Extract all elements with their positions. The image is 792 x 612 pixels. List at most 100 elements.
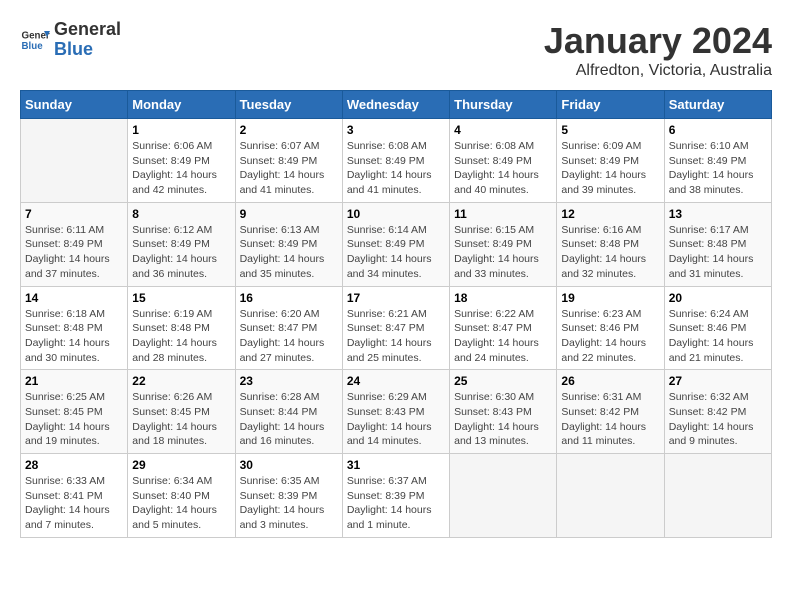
day-number: 8: [132, 207, 230, 221]
day-info: Sunrise: 6:20 AMSunset: 8:47 PMDaylight:…: [240, 307, 338, 366]
calendar-cell: 2Sunrise: 6:07 AMSunset: 8:49 PMDaylight…: [235, 119, 342, 203]
day-info: Sunrise: 6:18 AMSunset: 8:48 PMDaylight:…: [25, 307, 123, 366]
header-tuesday: Tuesday: [235, 91, 342, 119]
day-info: Sunrise: 6:35 AMSunset: 8:39 PMDaylight:…: [240, 474, 338, 533]
day-number: 18: [454, 291, 552, 305]
calendar-cell: 31 Sunrise: 6:37 AMSunset: 8:39 PMDayligh…: [342, 454, 449, 538]
calendar-cell: 29Sunrise: 6:34 AMSunset: 8:40 PMDayligh…: [128, 454, 235, 538]
calendar-cell: 24Sunrise: 6:29 AMSunset: 8:43 PMDayligh…: [342, 370, 449, 454]
header-wednesday: Wednesday: [342, 91, 449, 119]
day-info: Sunrise: 6:37 AMSunset: 8:39 PMDaylight:…: [347, 474, 445, 533]
calendar-cell: 19 Sunrise: 6:23 AMSunset: 8:46 PMDayligh…: [557, 286, 664, 370]
logo: General Blue General Blue: [20, 20, 121, 60]
calendar-cell: [664, 454, 771, 538]
day-number: 31: [347, 458, 445, 472]
day-info: Sunrise: 6:11 AMSunset: 8:49 PMDaylight:…: [25, 223, 123, 282]
day-number: 27: [669, 374, 767, 388]
day-info: Sunrise: 6:15 AMSunset: 8:49 PMDaylight:…: [454, 223, 552, 282]
header-friday: Friday: [557, 91, 664, 119]
calendar-subtitle: Alfredton, Victoria, Australia: [544, 62, 772, 80]
day-number: 7: [25, 207, 123, 221]
day-number: 17: [347, 291, 445, 305]
calendar-cell: 10 Sunrise: 6:14 AMSunset: 8:49 PMDayligh…: [342, 202, 449, 286]
calendar-cell: 7 Sunrise: 6:11 AMSunset: 8:49 PMDaylight…: [21, 202, 128, 286]
day-number: 12: [561, 207, 659, 221]
page-header: General Blue General Blue January 2024 A…: [20, 20, 772, 80]
day-info: Sunrise: 6:28 AMSunset: 8:44 PMDaylight:…: [240, 390, 338, 449]
calendar-cell: 26 Sunrise: 6:31 AMSunset: 8:42 PMDayligh…: [557, 370, 664, 454]
calendar-cell: 15Sunrise: 6:19 AMSunset: 8:48 PMDayligh…: [128, 286, 235, 370]
calendar-cell: 21 Sunrise: 6:25 AMSunset: 8:45 PMDayligh…: [21, 370, 128, 454]
header-thursday: Thursday: [450, 91, 557, 119]
day-number: 10: [347, 207, 445, 221]
day-number: 26: [561, 374, 659, 388]
day-number: 14: [25, 291, 123, 305]
day-info: Sunrise: 6:29 AMSunset: 8:43 PMDaylight:…: [347, 390, 445, 449]
calendar-cell: [450, 454, 557, 538]
calendar-cell: 23Sunrise: 6:28 AMSunset: 8:44 PMDayligh…: [235, 370, 342, 454]
day-number: 4: [454, 123, 552, 137]
calendar-body: 1Sunrise: 6:06 AMSunset: 8:49 PMDaylight…: [21, 119, 772, 538]
day-number: 29: [132, 458, 230, 472]
calendar-week-row: 1Sunrise: 6:06 AMSunset: 8:49 PMDaylight…: [21, 119, 772, 203]
calendar-cell: 27 Sunrise: 6:32 AMSunset: 8:42 PMDayligh…: [664, 370, 771, 454]
calendar-header-row: Sunday Monday Tuesday Wednesday Thursday…: [21, 91, 772, 119]
calendar-week-row: 28Sunrise: 6:33 AMSunset: 8:41 PMDayligh…: [21, 454, 772, 538]
calendar-cell: 1Sunrise: 6:06 AMSunset: 8:49 PMDaylight…: [128, 119, 235, 203]
day-number: 6: [669, 123, 767, 137]
day-info: Sunrise: 6:24 AMSunset: 8:46 PMDaylight:…: [669, 307, 767, 366]
calendar-cell: [21, 119, 128, 203]
day-number: 5: [561, 123, 659, 137]
calendar-cell: 17 Sunrise: 6:21 AMSunset: 8:47 PMDayligh…: [342, 286, 449, 370]
logo-text: General Blue: [54, 20, 121, 60]
calendar-cell: 16 Sunrise: 6:20 AMSunset: 8:47 PMDayligh…: [235, 286, 342, 370]
day-info: Sunrise: 6:30 AMSunset: 8:43 PMDaylight:…: [454, 390, 552, 449]
calendar-cell: [557, 454, 664, 538]
header-saturday: Saturday: [664, 91, 771, 119]
day-number: 25: [454, 374, 552, 388]
day-number: 13: [669, 207, 767, 221]
day-info: Sunrise: 6:25 AMSunset: 8:45 PMDaylight:…: [25, 390, 123, 449]
day-number: 2: [240, 123, 338, 137]
day-number: 15: [132, 291, 230, 305]
calendar-cell: 25 Sunrise: 6:30 AMSunset: 8:43 PMDayligh…: [450, 370, 557, 454]
day-info: Sunrise: 6:32 AMSunset: 8:42 PMDaylight:…: [669, 390, 767, 449]
calendar-cell: 18 Sunrise: 6:22 AMSunset: 8:47 PMDayligh…: [450, 286, 557, 370]
calendar-cell: 14 Sunrise: 6:18 AMSunset: 8:48 PMDayligh…: [21, 286, 128, 370]
day-number: 30: [240, 458, 338, 472]
calendar-cell: 5Sunrise: 6:09 AMSunset: 8:49 PMDaylight…: [557, 119, 664, 203]
day-number: 22: [132, 374, 230, 388]
calendar-cell: 9Sunrise: 6:13 AMSunset: 8:49 PMDaylight…: [235, 202, 342, 286]
day-number: 19: [561, 291, 659, 305]
day-number: 28: [25, 458, 123, 472]
day-number: 20: [669, 291, 767, 305]
calendar-week-row: 21 Sunrise: 6:25 AMSunset: 8:45 PMDayligh…: [21, 370, 772, 454]
calendar-title: January 2024: [544, 20, 772, 62]
day-info: Sunrise: 6:21 AMSunset: 8:47 PMDaylight:…: [347, 307, 445, 366]
title-block: January 2024 Alfredton, Victoria, Austra…: [544, 20, 772, 80]
logo-blue: Blue: [54, 40, 121, 60]
day-number: 11: [454, 207, 552, 221]
calendar-cell: 8 Sunrise: 6:12 AMSunset: 8:49 PMDaylight…: [128, 202, 235, 286]
calendar-cell: 30 Sunrise: 6:35 AMSunset: 8:39 PMDayligh…: [235, 454, 342, 538]
day-number: 16: [240, 291, 338, 305]
calendar-cell: 20 Sunrise: 6:24 AMSunset: 8:46 PMDayligh…: [664, 286, 771, 370]
day-info: Sunrise: 6:14 AMSunset: 8:49 PMDaylight:…: [347, 223, 445, 282]
calendar-week-row: 14 Sunrise: 6:18 AMSunset: 8:48 PMDayligh…: [21, 286, 772, 370]
calendar-cell: 3Sunrise: 6:08 AMSunset: 8:49 PMDaylight…: [342, 119, 449, 203]
day-info: Sunrise: 6:10 AMSunset: 8:49 PMDaylight:…: [669, 139, 767, 198]
day-number: 21: [25, 374, 123, 388]
day-info: Sunrise: 6:12 AMSunset: 8:49 PMDaylight:…: [132, 223, 230, 282]
day-info: Sunrise: 6:22 AMSunset: 8:47 PMDaylight:…: [454, 307, 552, 366]
day-info: Sunrise: 6:26 AMSunset: 8:45 PMDaylight:…: [132, 390, 230, 449]
day-info: Sunrise: 6:17 AMSunset: 8:48 PMDaylight:…: [669, 223, 767, 282]
day-info: Sunrise: 6:31 AMSunset: 8:42 PMDaylight:…: [561, 390, 659, 449]
calendar-cell: 4 Sunrise: 6:08 AMSunset: 8:49 PMDaylight…: [450, 119, 557, 203]
calendar-cell: 28Sunrise: 6:33 AMSunset: 8:41 PMDayligh…: [21, 454, 128, 538]
logo-icon: General Blue: [20, 25, 50, 55]
day-info: Sunrise: 6:23 AMSunset: 8:46 PMDaylight:…: [561, 307, 659, 366]
header-monday: Monday: [128, 91, 235, 119]
calendar-cell: 11 Sunrise: 6:15 AMSunset: 8:49 PMDayligh…: [450, 202, 557, 286]
calendar-cell: 12Sunrise: 6:16 AMSunset: 8:48 PMDayligh…: [557, 202, 664, 286]
day-info: Sunrise: 6:08 AMSunset: 8:49 PMDaylight:…: [454, 139, 552, 198]
